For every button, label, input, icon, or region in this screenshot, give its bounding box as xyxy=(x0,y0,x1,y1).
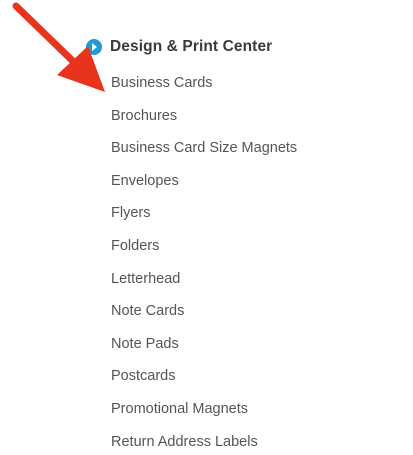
nav-item-brochures[interactable]: Brochures xyxy=(111,105,297,138)
section-header[interactable]: Design & Print Center xyxy=(86,37,272,57)
section-title: Design & Print Center xyxy=(110,38,273,55)
nav-item-note-pads[interactable]: Note Pads xyxy=(111,333,297,366)
nav-item-return-address-labels[interactable]: Return Address Labels xyxy=(111,431,297,455)
nav-list: Business Cards Brochures Business Card S… xyxy=(111,72,297,455)
nav-item-letterhead[interactable]: Letterhead xyxy=(111,268,297,301)
nav-item-flyers[interactable]: Flyers xyxy=(111,202,297,235)
nav-item-business-card-size-magnets[interactable]: Business Card Size Magnets xyxy=(111,137,297,170)
nav-item-postcards[interactable]: Postcards xyxy=(111,365,297,398)
nav-item-promotional-magnets[interactable]: Promotional Magnets xyxy=(111,398,297,431)
nav-item-folders[interactable]: Folders xyxy=(111,235,297,268)
design-print-nav-panel: Design & Print Center Business Cards Bro… xyxy=(0,0,413,455)
play-bullet-icon xyxy=(86,39,102,55)
nav-item-envelopes[interactable]: Envelopes xyxy=(111,170,297,203)
nav-item-note-cards[interactable]: Note Cards xyxy=(111,300,297,333)
nav-item-business-cards[interactable]: Business Cards xyxy=(111,72,297,105)
